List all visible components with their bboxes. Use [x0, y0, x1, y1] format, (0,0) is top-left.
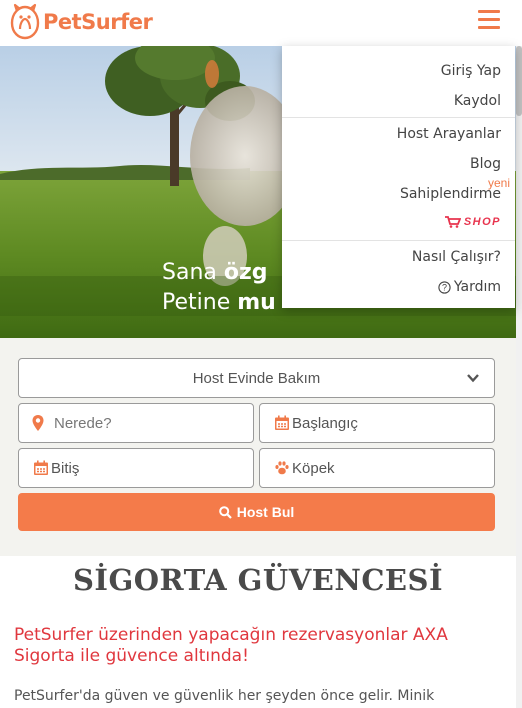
hamburger-icon[interactable]	[478, 10, 500, 30]
logo[interactable]: PetSurfer	[8, 3, 153, 41]
hero-headline: Sana özg Petine mu	[162, 260, 276, 315]
service-type-select[interactable]: Host Evinde Bakım	[18, 358, 495, 398]
menu-divider	[282, 117, 515, 118]
scrollbar-thumb[interactable]	[516, 46, 522, 116]
insurance-body: PetSurfer'da güven ve güvenlik her şeyde…	[14, 688, 435, 704]
svg-text:?: ?	[442, 282, 447, 292]
menu-item-adoption[interactable]: Sahiplendirme	[400, 186, 501, 202]
logo-icon	[10, 3, 40, 40]
menu-item-login[interactable]: Giriş Yap	[441, 63, 501, 79]
menu-item-shop[interactable]: SHOP	[444, 216, 501, 228]
pet-type-select[interactable]: Köpek	[259, 448, 495, 488]
new-badge: yeni	[487, 176, 510, 190]
paw-icon	[275, 461, 289, 475]
menu-item-help[interactable]: ? Yardım	[438, 279, 501, 295]
brand-name: PetSurfer	[43, 10, 153, 34]
host-search-button[interactable]: Host Bul	[18, 493, 495, 531]
menu-divider	[282, 240, 515, 241]
help-icon: ?	[438, 280, 451, 294]
map-pin-icon	[32, 415, 44, 431]
start-date-input[interactable]: Başlangıç	[259, 403, 495, 443]
insurance-subtitle: PetSurfer üzerinden yapacağın rezervasyo…	[14, 625, 448, 666]
menu-item-how-it-works[interactable]: Nasıl Çalışır?	[412, 249, 501, 265]
calendar-icon	[34, 460, 48, 475]
search-icon	[218, 505, 232, 519]
menu-item-host-seekers[interactable]: Host Arayanlar	[397, 126, 501, 142]
site-header: PetSurfer	[0, 0, 522, 46]
chevron-down-icon	[467, 374, 479, 383]
insurance-title: SİGORTA GÜVENCESİ	[72, 563, 444, 597]
end-date-input[interactable]: Bitiş	[18, 448, 254, 488]
calendar-icon	[275, 415, 289, 430]
scrollbar-track[interactable]	[516, 46, 522, 708]
cart-icon	[444, 216, 461, 228]
nav-dropdown-menu: Giriş Yap Kaydol Host Arayanlar Blog Sah…	[282, 46, 515, 308]
location-input[interactable]: Nerede?	[18, 403, 254, 443]
menu-item-blog[interactable]: Blog	[470, 156, 501, 172]
menu-item-signup[interactable]: Kaydol	[454, 93, 501, 109]
